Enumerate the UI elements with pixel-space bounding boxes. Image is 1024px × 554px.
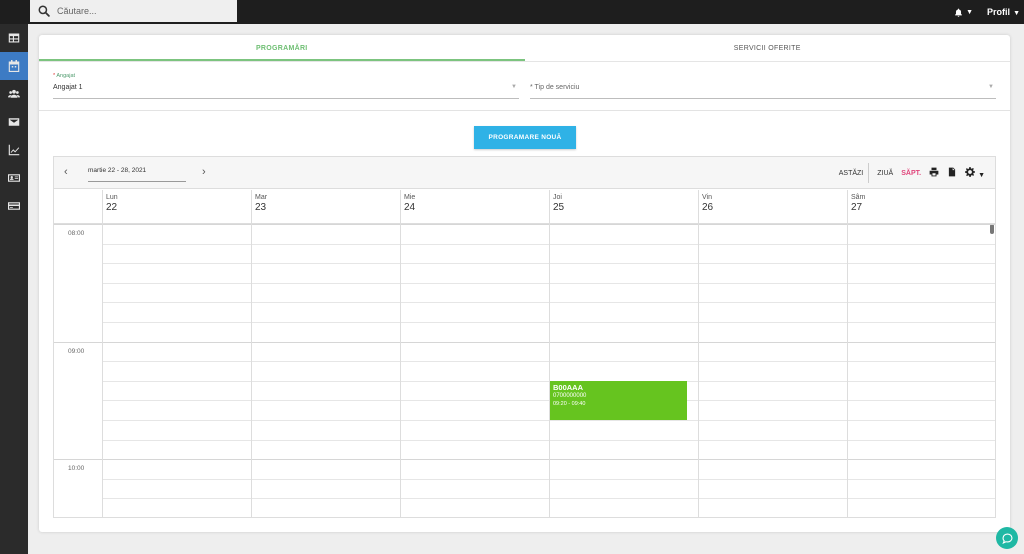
print-button[interactable] — [929, 167, 939, 179]
sidebar-item-staff[interactable] — [0, 164, 28, 192]
search-box[interactable] — [30, 0, 237, 22]
chat-bubble-icon — [1001, 532, 1013, 544]
day-column — [549, 224, 550, 517]
hour-line — [54, 341, 995, 343]
search-input[interactable] — [57, 6, 227, 16]
day-name: Sâm — [851, 194, 866, 201]
table-icon — [8, 33, 20, 43]
day-header[interactable]: Joi 25 — [549, 190, 698, 224]
day-header[interactable]: Lun 22 — [102, 190, 251, 224]
week-calendar: ‹ martie 22 - 28, 2021 › ASTĂZI ZIUĂ SĂP… — [53, 156, 996, 518]
file-icon — [948, 167, 956, 177]
day-name: Lun — [106, 194, 118, 201]
appointments-card: PROGRAMĂRI SERVICII OFERITE * Angajat An… — [39, 35, 1010, 532]
day-number: 23 — [255, 202, 267, 213]
day-number: 24 — [404, 202, 416, 213]
time-label: 10:00 — [68, 465, 85, 473]
hour-line — [54, 459, 995, 461]
profile-menu[interactable]: Profil ▼ — [987, 7, 1020, 17]
id-card-icon — [8, 174, 20, 182]
time-grid[interactable]: 08:00 09:00 10:00 B00AAA 0700000000 09:20 - 0… — [54, 224, 995, 517]
prev-week-button[interactable]: ‹ — [64, 166, 68, 178]
day-column — [847, 224, 848, 517]
tab-services[interactable]: SERVICII OFERITE — [525, 35, 1011, 61]
time-column-header — [54, 190, 102, 224]
day-name: Mie — [404, 194, 416, 201]
tab-bar: PROGRAMĂRI SERVICII OFERITE — [39, 35, 1010, 62]
time-label: 08:00 — [68, 230, 85, 237]
sidebar-item-clients[interactable] — [0, 80, 28, 108]
chevron-down-icon: ▼ — [1013, 10, 1020, 17]
sidebar-item-payments[interactable] — [0, 192, 28, 220]
top-bar: ▼ Profil▼ — [0, 0, 1024, 24]
settings-button[interactable]: ▼ — [965, 167, 985, 179]
day-view-button[interactable]: ZIUĂ — [877, 170, 893, 177]
scrollbar-thumb[interactable] — [990, 224, 994, 234]
caret-down-icon: ▼ — [988, 84, 994, 90]
export-button[interactable] — [947, 167, 957, 179]
tab-appointments[interactable]: PROGRAMĂRI — [39, 35, 525, 61]
day-number: 26 — [702, 202, 714, 213]
credit-card-icon — [8, 202, 20, 210]
print-icon — [929, 167, 939, 177]
mail-icon — [8, 118, 20, 126]
chart-line-icon — [8, 144, 20, 156]
employee-value: Angajat 1 — [53, 84, 83, 91]
time-label: 09:00 — [68, 347, 85, 355]
chat-button[interactable] — [996, 527, 1018, 549]
day-number: 25 — [553, 202, 565, 213]
bell-icon — [955, 8, 962, 17]
day-header[interactable]: Mar 23 — [251, 190, 400, 224]
day-number: 27 — [851, 202, 863, 213]
day-header[interactable]: Mie 24 — [400, 190, 549, 224]
day-column — [400, 224, 401, 517]
day-name: Joi — [553, 194, 562, 201]
sidebar-item-reports[interactable] — [0, 136, 28, 164]
week-view-button[interactable]: SĂPT. — [901, 170, 921, 177]
employee-select[interactable]: * Angajat Angajat 1 ▼ — [53, 73, 519, 99]
caret-down-icon: ▼ — [511, 84, 517, 90]
service-type-placeholder: * Tip de serviciu — [530, 84, 580, 91]
date-range-picker[interactable]: martie 22 - 28, 2021 — [88, 162, 186, 182]
hour-line — [54, 224, 995, 225]
employee-label: * Angajat — [53, 73, 76, 79]
appointment-event[interactable]: B00AAA 0700000000 09:20 - 09:40 — [550, 380, 687, 420]
event-time: 09:20 - 09:40 — [553, 400, 586, 407]
divider — [39, 110, 1010, 111]
service-type-select[interactable]: * Tip de serviciu ▼ — [530, 75, 996, 99]
sidebar-item-dashboard[interactable] — [0, 24, 28, 52]
today-button[interactable]: ASTĂZI — [839, 170, 864, 177]
sidebar-item-calendar[interactable] — [0, 52, 28, 80]
day-number: 22 — [106, 202, 118, 213]
chevron-down-icon: ▼ — [966, 8, 974, 16]
day-name: Mar — [255, 194, 268, 201]
search-icon — [38, 5, 50, 17]
day-header[interactable]: Vin 26 — [698, 190, 847, 224]
sidebar — [0, 24, 28, 554]
day-name: Vin — [702, 194, 712, 201]
event-phone: 0700000000 — [553, 392, 587, 399]
day-header[interactable]: Sâm 27 — [847, 190, 996, 224]
day-column — [251, 224, 252, 517]
toolbar-divider — [868, 163, 870, 183]
sidebar-item-messages[interactable] — [0, 108, 28, 136]
profile-label: Profil — [987, 7, 1011, 17]
day-column — [102, 224, 103, 517]
new-appointment-button[interactable]: PROGRAMARE NOUĂ — [474, 126, 576, 149]
calendar-icon — [8, 60, 20, 72]
event-title: B00AAA — [553, 382, 584, 392]
gear-icon — [965, 167, 976, 177]
next-week-button[interactable]: › — [202, 166, 206, 178]
chevron-down-icon: ▼ — [978, 172, 985, 179]
users-icon — [8, 89, 20, 98]
calendar-toolbar: ‹ martie 22 - 28, 2021 › ASTĂZI ZIUĂ SĂP… — [54, 157, 995, 189]
notifications-button[interactable]: ▼ — [954, 8, 973, 17]
day-column — [698, 224, 699, 517]
